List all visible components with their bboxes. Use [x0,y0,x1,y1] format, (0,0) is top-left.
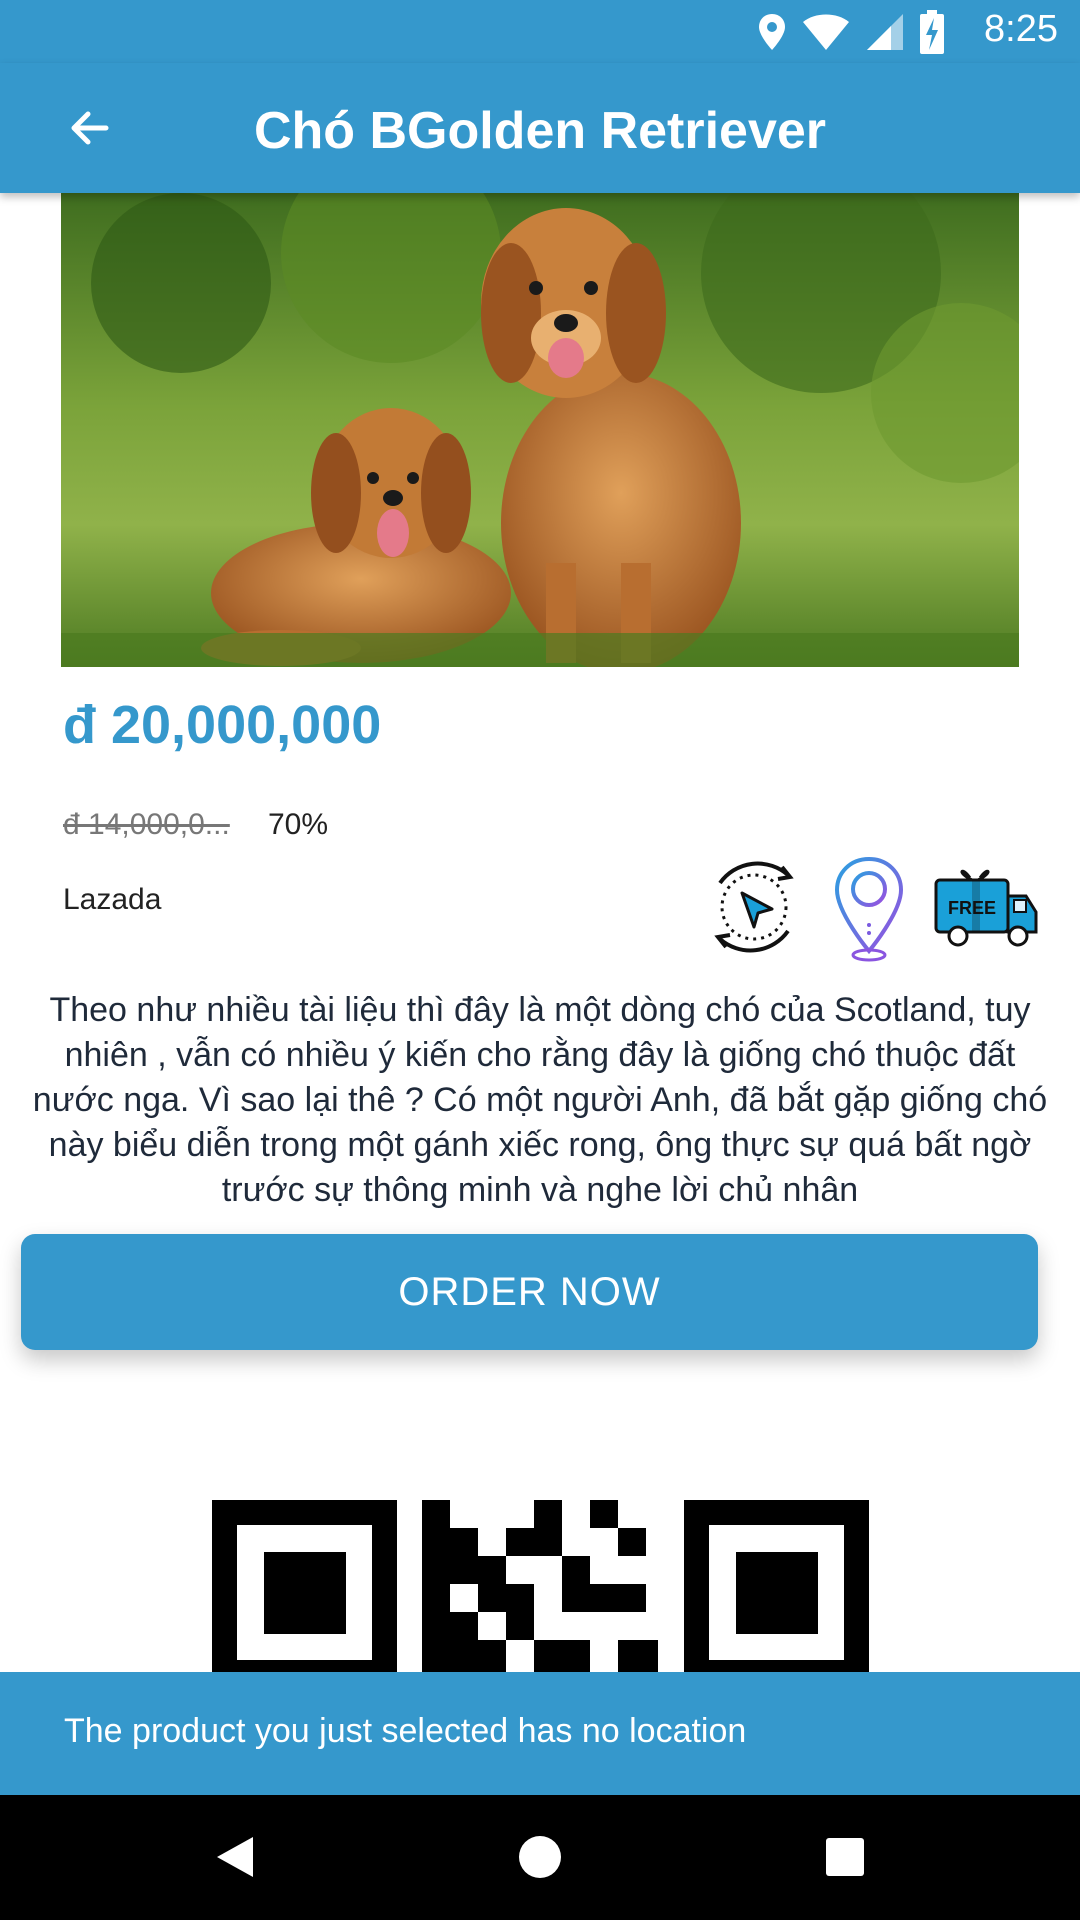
navigation-button[interactable] [700,853,808,961]
price: đ 20,000,000 [63,695,382,755]
snackbar: The product you just selected has no loc… [0,1672,1080,1795]
product-image [61,193,1019,667]
nav-back-icon [217,1837,253,1877]
navigation-cursor-icon [714,861,794,953]
signal-icon [867,14,903,50]
status-bar: 8:25 [0,0,1080,63]
product-description: Theo như nhiều tài liệu thì đây là một d… [32,991,1048,1209]
nav-home-icon [519,1836,561,1878]
nav-home-button[interactable] [495,1817,585,1897]
free-badge-text: FREE [948,898,996,918]
map-pin-icon [834,856,904,962]
seller-name: Lazada [63,883,162,916]
nav-recents-icon [826,1838,864,1876]
order-now-button[interactable]: ORDER NOW [21,1234,1038,1350]
snackbar-message: The product you just selected has no loc… [64,1712,747,1750]
wifi-icon [803,14,849,50]
page-title: Chó BGolden Retriever [253,102,827,160]
discount-percent: 70% [268,808,329,841]
nav-recents-button[interactable] [800,1817,890,1897]
free-delivery-badge[interactable]: FREE [932,862,1040,954]
app-bar: Chó BGolden Retriever [0,63,1080,193]
nav-back-button[interactable] [190,1817,280,1897]
status-icons [757,8,945,56]
qr-code [212,1500,869,1672]
location-pin-button[interactable] [833,855,905,963]
battery-charging-icon [920,10,944,54]
location-icon [759,14,785,50]
free-delivery-truck-icon: FREE [934,869,1038,947]
status-time: 8:25 [984,8,1058,50]
old-price: đ 14,000,0... [63,808,230,841]
system-nav-bar [0,1795,1080,1920]
